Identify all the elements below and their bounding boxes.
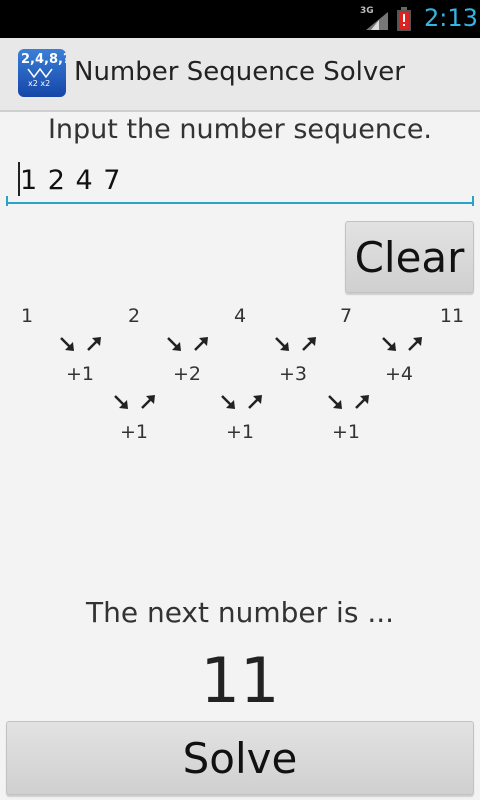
app-title: Number Sequence Solver xyxy=(74,57,405,87)
sequence-term: 11 xyxy=(439,305,465,327)
app-icon[interactable]: 2,4,8,? x2 x2 xyxy=(18,49,66,97)
app-icon-text-top: 2,4,8,? xyxy=(21,52,66,67)
clock: 2:13 xyxy=(424,4,478,32)
arrow-up-right-icon xyxy=(141,395,155,409)
arrow-up-right-icon xyxy=(408,337,422,351)
arrow-up-right-icon xyxy=(248,395,262,409)
solve-button[interactable]: Solve xyxy=(6,721,474,795)
sequence-term: 7 xyxy=(339,305,353,327)
arrow-up-right-icon xyxy=(302,337,316,351)
second-difference: +1 xyxy=(119,421,148,443)
arrow-down-right-icon xyxy=(328,395,342,409)
arrow-down-right-icon xyxy=(275,337,289,351)
signal-icon xyxy=(366,12,388,30)
input-underline-edge-left xyxy=(6,196,8,206)
action-bar: 2,4,8,? x2 x2 Number Sequence Solver xyxy=(0,38,480,112)
input-underline-edge-right xyxy=(472,196,474,206)
next-number-label: The next number is ... xyxy=(85,596,395,629)
first-difference: +1 xyxy=(65,363,94,385)
arrow-down-right-icon xyxy=(60,337,74,351)
app-icon-text-bottom: x2 x2 xyxy=(28,79,51,88)
text-cursor xyxy=(18,162,20,196)
clear-button[interactable]: Clear xyxy=(345,221,474,293)
sequence-term: 1 xyxy=(20,305,34,327)
first-difference: +3 xyxy=(278,363,307,385)
arrow-down-right-icon xyxy=(167,337,181,351)
input-prompt: Input the number sequence. xyxy=(47,114,433,145)
sequence-term: 2 xyxy=(127,305,141,327)
sequence-input[interactable] xyxy=(6,158,474,204)
second-difference: +1 xyxy=(225,421,254,443)
arrow-up-right-icon xyxy=(87,337,101,351)
second-difference: +1 xyxy=(331,421,360,443)
first-difference: +4 xyxy=(384,363,413,385)
arrow-down-right-icon xyxy=(221,395,235,409)
arrow-up-right-icon xyxy=(194,337,208,351)
arrow-up-right-icon xyxy=(355,395,369,409)
arrow-down-right-icon xyxy=(382,337,396,351)
first-difference: +2 xyxy=(172,363,201,385)
status-bar: 3G 2:13 xyxy=(0,0,480,38)
app-icon-arrows xyxy=(27,67,53,79)
sequence-term: 4 xyxy=(233,305,247,327)
battery-icon xyxy=(397,7,411,31)
arrow-down-right-icon xyxy=(114,395,128,409)
answer-value: 11 xyxy=(200,644,280,717)
